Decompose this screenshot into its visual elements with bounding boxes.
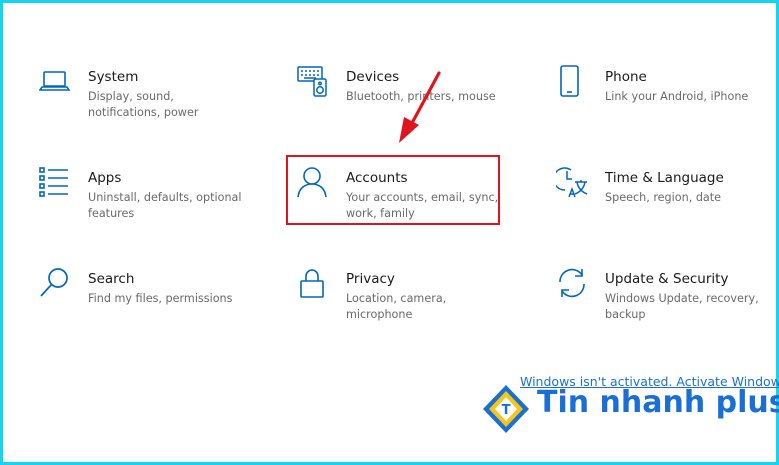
red-arrow-annotation xyxy=(383,63,453,157)
tile-description: Find my files, permissions xyxy=(88,292,233,305)
tile-title: Time & Language xyxy=(605,170,724,186)
keyboard-speaker-icon xyxy=(297,65,331,99)
settings-window: System Display, sound, notifications, po… xyxy=(0,0,779,465)
tile-description: Location, camera, microphone xyxy=(346,292,447,321)
laptop-icon xyxy=(39,65,73,99)
sync-icon xyxy=(556,267,590,301)
brand-watermark: Tin nhanh plus xyxy=(537,385,779,420)
tin-nhanh-plus-logo-icon: T xyxy=(479,379,533,443)
tile-description: Link your Android, iPhone xyxy=(605,90,749,103)
logo-letter: T xyxy=(502,403,511,418)
tile-title: Privacy xyxy=(346,271,395,287)
tile-description: Uninstall, defaults, optional features xyxy=(88,191,242,220)
search-icon xyxy=(39,267,73,301)
tile-description: Windows Update, recovery, backup xyxy=(605,292,759,321)
lock-icon xyxy=(297,267,331,301)
tile-title: Search xyxy=(88,271,135,287)
list-icon xyxy=(39,166,73,200)
tile-description: Display, sound, notifications, power xyxy=(88,90,199,119)
tile-title: Update & Security xyxy=(605,271,729,287)
accounts-highlight-box xyxy=(286,155,500,225)
tile-title: System xyxy=(88,69,139,85)
time-language-icon xyxy=(556,166,590,200)
tile-title: Phone xyxy=(605,69,647,85)
tile-title: Apps xyxy=(88,170,122,186)
tile-description: Speech, region, date xyxy=(605,191,722,204)
phone-icon xyxy=(556,65,590,99)
